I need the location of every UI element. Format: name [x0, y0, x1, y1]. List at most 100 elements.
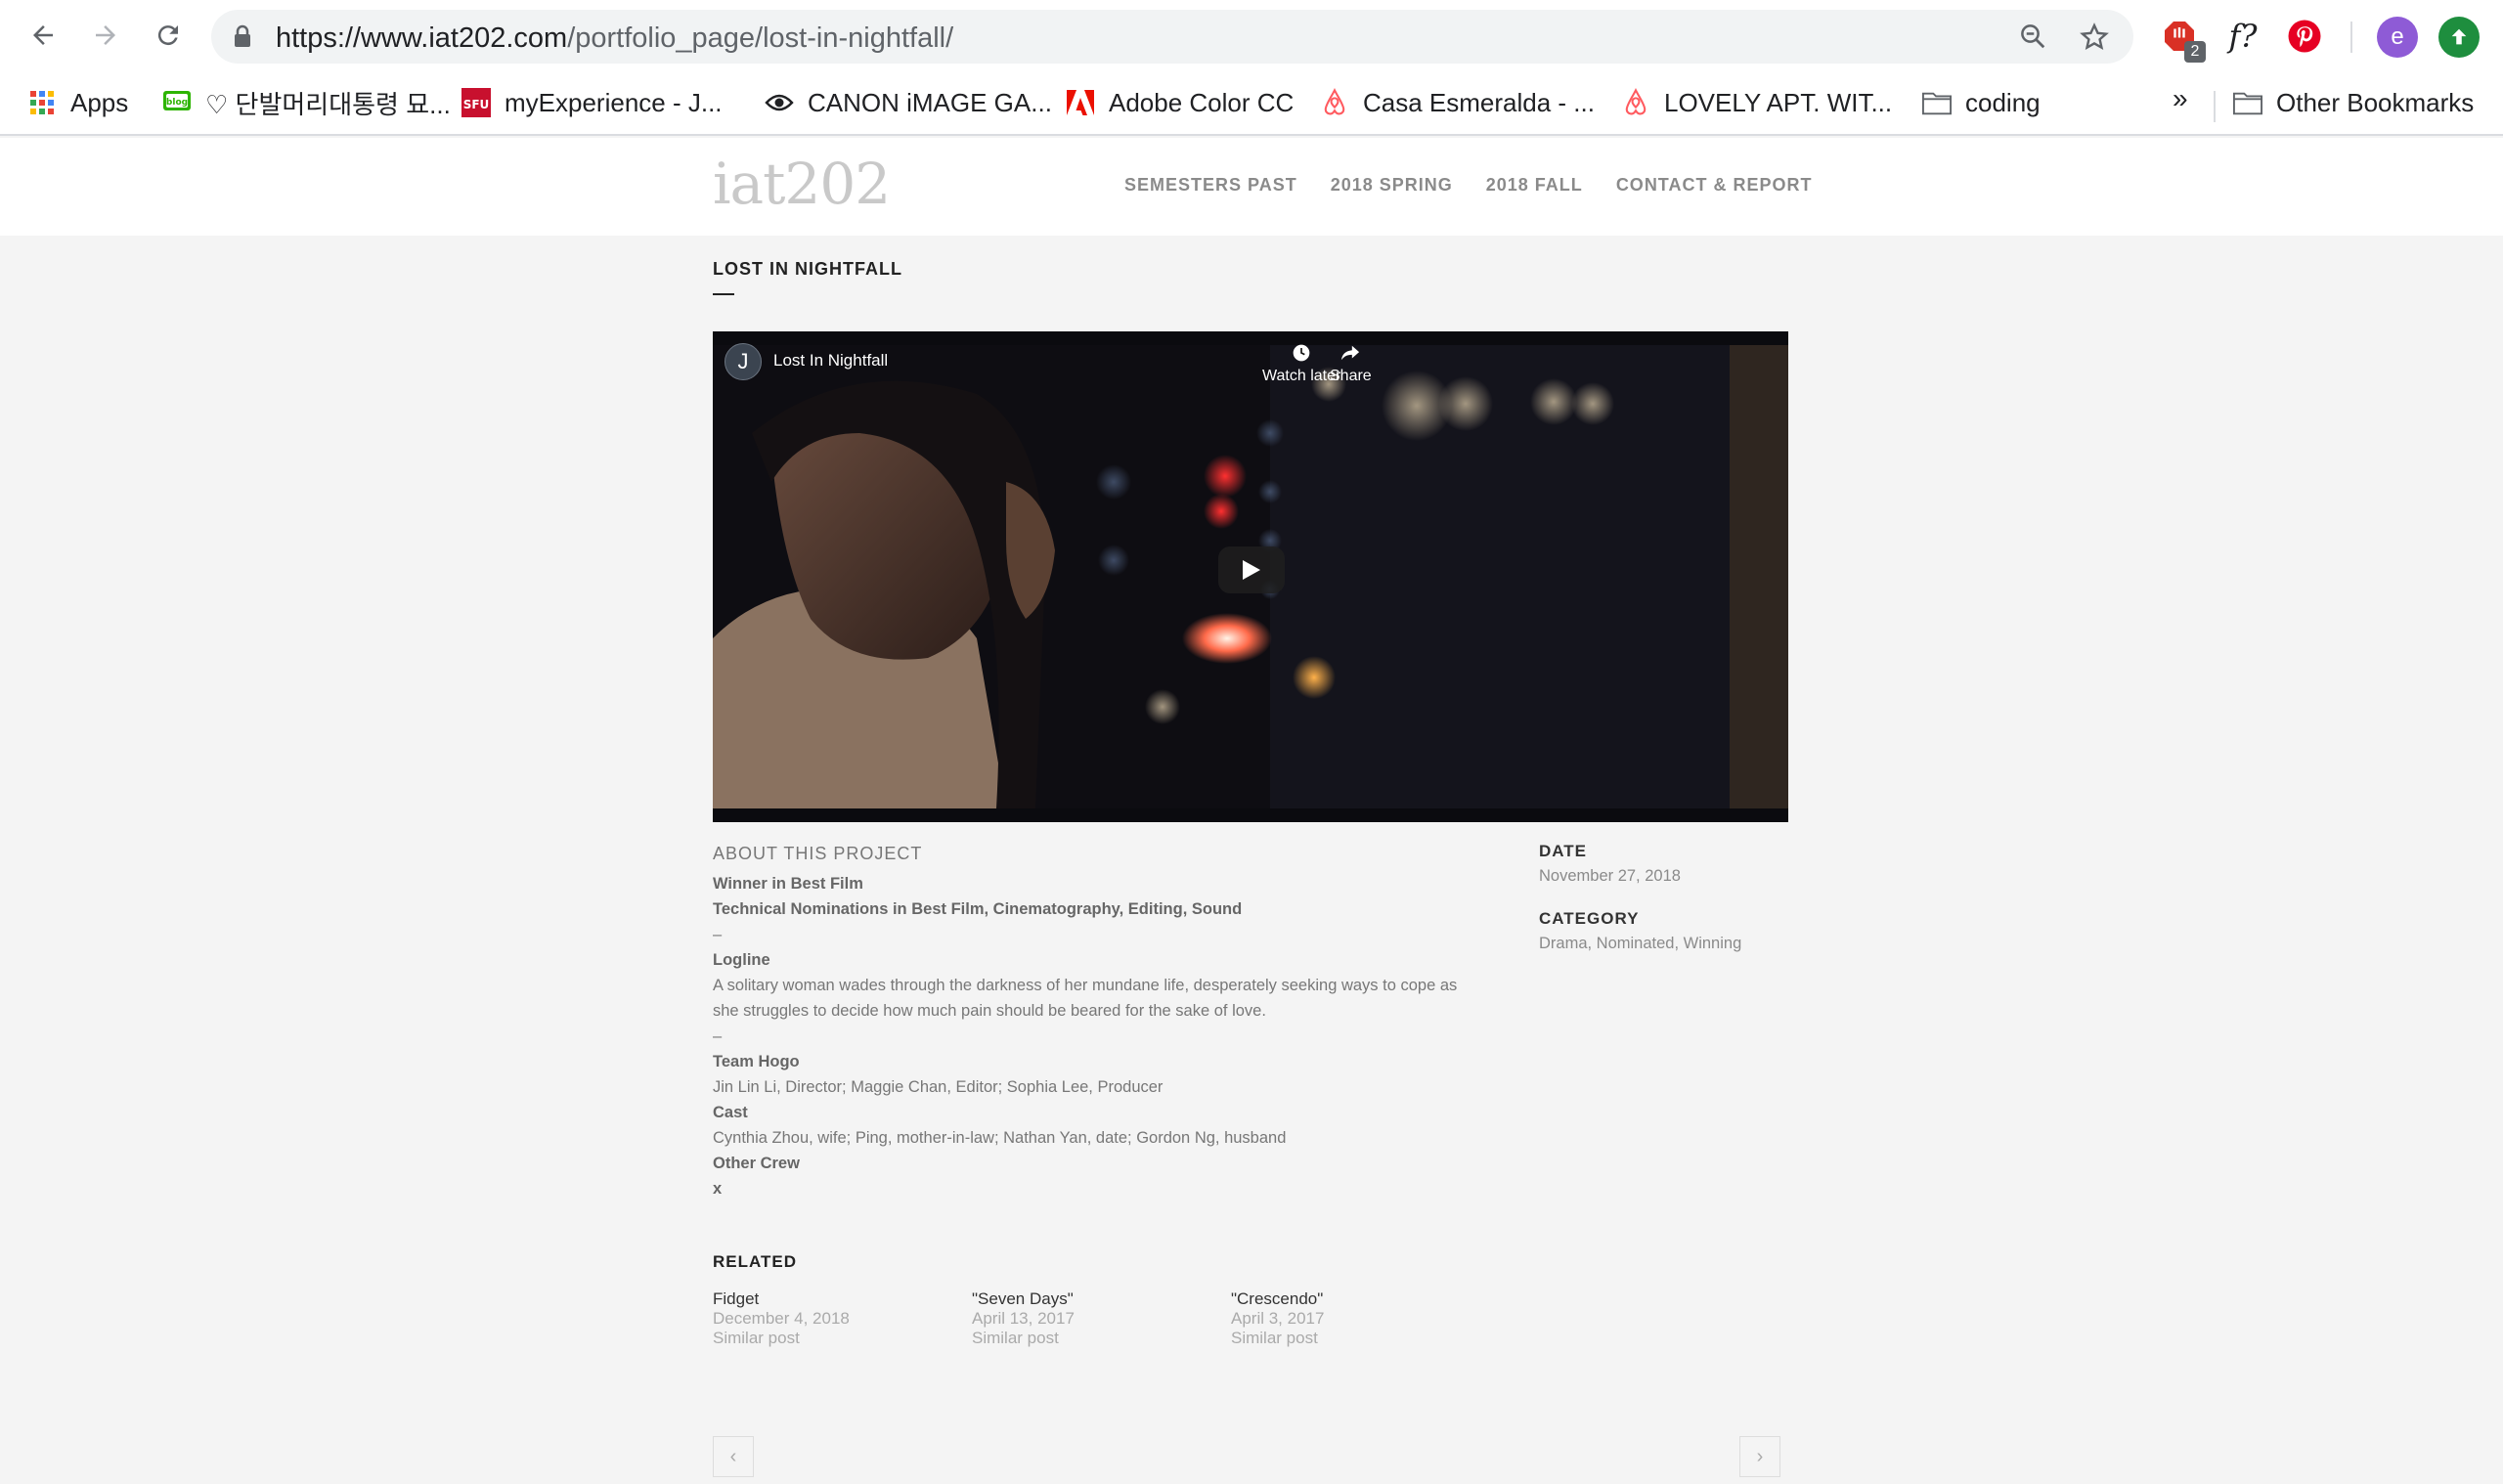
bookmark-casa-esmeralda[interactable]: Casa Esmeralda - ... — [1320, 81, 1595, 124]
page-title: LOST IN NIGHTFALL — [713, 259, 902, 279]
related-item-title[interactable]: "Crescendo" — [1231, 1289, 1490, 1309]
bookmarks-overflow-button[interactable]: » — [2173, 83, 2188, 114]
apps-grid-icon — [27, 88, 57, 117]
related-item-note: Similar post — [972, 1329, 1059, 1347]
bookmark-blog[interactable]: blog ♡ 단발머리대통령 묘... — [162, 81, 451, 124]
lock-icon — [235, 24, 250, 47]
cast-label: Cast — [713, 1104, 748, 1121]
related-title: RELATED — [713, 1252, 798, 1271]
font-finder-icon: f? — [2228, 18, 2258, 55]
category-value[interactable]: Drama, Nominated, Winning — [1539, 935, 1788, 953]
airbnb-icon — [1621, 88, 1650, 117]
svg-text:blog: blog — [166, 98, 188, 108]
play-button[interactable] — [1218, 546, 1285, 593]
back-arrow-icon — [33, 25, 53, 45]
related-item: "Seven Days" April 13, 2017 Similar post — [972, 1289, 1231, 1348]
crew-label: Other Crew — [713, 1155, 800, 1172]
nav-contact-report[interactable]: CONTACT & REPORT — [1616, 175, 1813, 196]
sfu-icon: SFU — [461, 88, 491, 117]
about-project: ABOUT THIS PROJECT Winner in Best Film T… — [713, 842, 1475, 1201]
chevron-right-icon: › — [1756, 1445, 1764, 1467]
related-posts: Fidget December 4, 2018 Similar post "Se… — [713, 1289, 1490, 1348]
nav-semesters-past[interactable]: SEMESTERS PAST — [1124, 175, 1297, 196]
team-label: Team Hogo — [713, 1053, 800, 1070]
related-item-date: April 3, 2017 — [1231, 1309, 1325, 1328]
bookmark-apps[interactable]: Apps — [27, 81, 128, 124]
crew-text: x — [713, 1180, 723, 1198]
bookmark-label: LOVELY APT. WIT... — [1664, 87, 1893, 117]
bookmarks-separator — [2214, 91, 2216, 122]
award-text: Winner in Best Film — [713, 875, 863, 893]
related-item-title[interactable]: "Seven Days" — [972, 1289, 1231, 1309]
category-label: CATEGORY — [1539, 909, 1640, 928]
pinterest-icon — [2288, 20, 2321, 53]
eye-icon — [765, 88, 794, 117]
about-label: ABOUT THIS PROJECT — [713, 844, 923, 863]
toolbar-separator — [2350, 22, 2352, 53]
bookmark-label: coding — [1965, 87, 2041, 117]
logline-text: A solitary woman wades through the darkn… — [713, 977, 1458, 1020]
video-title[interactable]: Lost In Nightfall — [773, 351, 888, 371]
cast-text: Cynthia Zhou, wife; Ping, mother-in-law;… — [713, 1129, 1287, 1147]
bookmark-lovely-apt[interactable]: LOVELY APT. WIT... — [1621, 81, 1892, 124]
url-host: https://www.iat202.com — [276, 22, 568, 54]
site-logo[interactable]: iat202 — [713, 151, 891, 217]
bookmark-folder-coding[interactable]: coding — [1922, 81, 2041, 124]
profile-avatar[interactable]: e — [2377, 17, 2418, 58]
bookmark-canon[interactable]: CANON iMAGE GA... — [765, 81, 1052, 124]
related-item-title[interactable]: Fidget — [713, 1289, 972, 1309]
pinterest-extension[interactable] — [2284, 16, 2325, 57]
bookmark-label: Adobe Color CC — [1109, 87, 1295, 117]
svg-text:SFU: SFU — [463, 98, 490, 111]
video-player[interactable]: J Lost In Nightfall Watch later Share — [713, 331, 1788, 822]
nav-2018-fall[interactable]: 2018 FALL — [1486, 175, 1583, 196]
other-bookmarks-folder[interactable]: Other Bookmarks — [2233, 81, 2474, 124]
extension-badge: 2 — [2184, 41, 2206, 63]
bookmark-adobe-color[interactable]: Adobe Color CC — [1066, 81, 1294, 124]
adobe-icon — [1066, 88, 1095, 117]
share-button[interactable]: Share — [1330, 343, 1372, 385]
update-button[interactable] — [2438, 17, 2480, 58]
bookmark-label: Other Bookmarks — [2276, 87, 2475, 117]
related-item-date: April 13, 2017 — [972, 1309, 1075, 1328]
related-item: Fidget December 4, 2018 Similar post — [713, 1289, 972, 1348]
team-text: Jin Lin Li, Director; Maggie Chan, Edito… — [713, 1078, 1164, 1096]
nominations-text: Technical Nominations in Best Film, Cine… — [713, 900, 1243, 918]
nav-2018-spring[interactable]: 2018 SPRING — [1331, 175, 1453, 196]
divider-dash: – — [713, 926, 723, 943]
related-item-note: Similar post — [1231, 1329, 1318, 1347]
related-item-date: December 4, 2018 — [713, 1309, 850, 1328]
update-arrow-icon — [2451, 28, 2467, 45]
folder-icon — [1922, 88, 1952, 117]
project-meta: DATE November 27, 2018 CATEGORY Drama, N… — [1539, 842, 1788, 977]
divider-dash: – — [713, 1027, 723, 1045]
zoom-icon[interactable] — [2018, 22, 2047, 51]
reload-button[interactable] — [147, 14, 190, 57]
adblock-extension[interactable]: 2 — [2159, 16, 2206, 63]
bookmark-myexperience[interactable]: SFU myExperience - J... — [461, 81, 723, 124]
clock-icon — [1293, 344, 1310, 362]
bookmark-label: CANON iMAGE GA... — [808, 87, 1052, 117]
title-underline — [713, 293, 734, 295]
forward-button[interactable] — [84, 14, 127, 57]
forward-arrow-icon — [96, 25, 115, 45]
font-finder-extension[interactable]: f? — [2222, 16, 2263, 57]
channel-avatar[interactable]: J — [725, 343, 762, 380]
logline-label: Logline — [713, 951, 770, 969]
prev-project-button[interactable]: ‹ — [713, 1436, 754, 1477]
url-text: https://www.iat202.com/portfolio_page/lo… — [276, 22, 953, 55]
share-icon — [1341, 345, 1360, 361]
folder-icon — [2233, 88, 2262, 117]
bookmark-label: ♡ 단발머리대통령 묘... — [205, 89, 451, 119]
bookmark-star-icon[interactable] — [2079, 22, 2110, 53]
browser-toolbar: https://www.iat202.com/portfolio_page/lo… — [0, 0, 2503, 73]
reload-icon — [157, 25, 178, 46]
address-bar[interactable]: https://www.iat202.com/portfolio_page/lo… — [211, 10, 2133, 64]
next-project-button[interactable]: › — [1739, 1436, 1780, 1477]
airbnb-icon — [1320, 88, 1349, 117]
url-path: /portfolio_page/lost-in-nightfall/ — [567, 22, 954, 54]
back-button[interactable] — [22, 14, 65, 57]
play-icon — [1243, 560, 1260, 580]
share-label: Share — [1330, 368, 1372, 384]
date-label: DATE — [1539, 842, 1588, 860]
